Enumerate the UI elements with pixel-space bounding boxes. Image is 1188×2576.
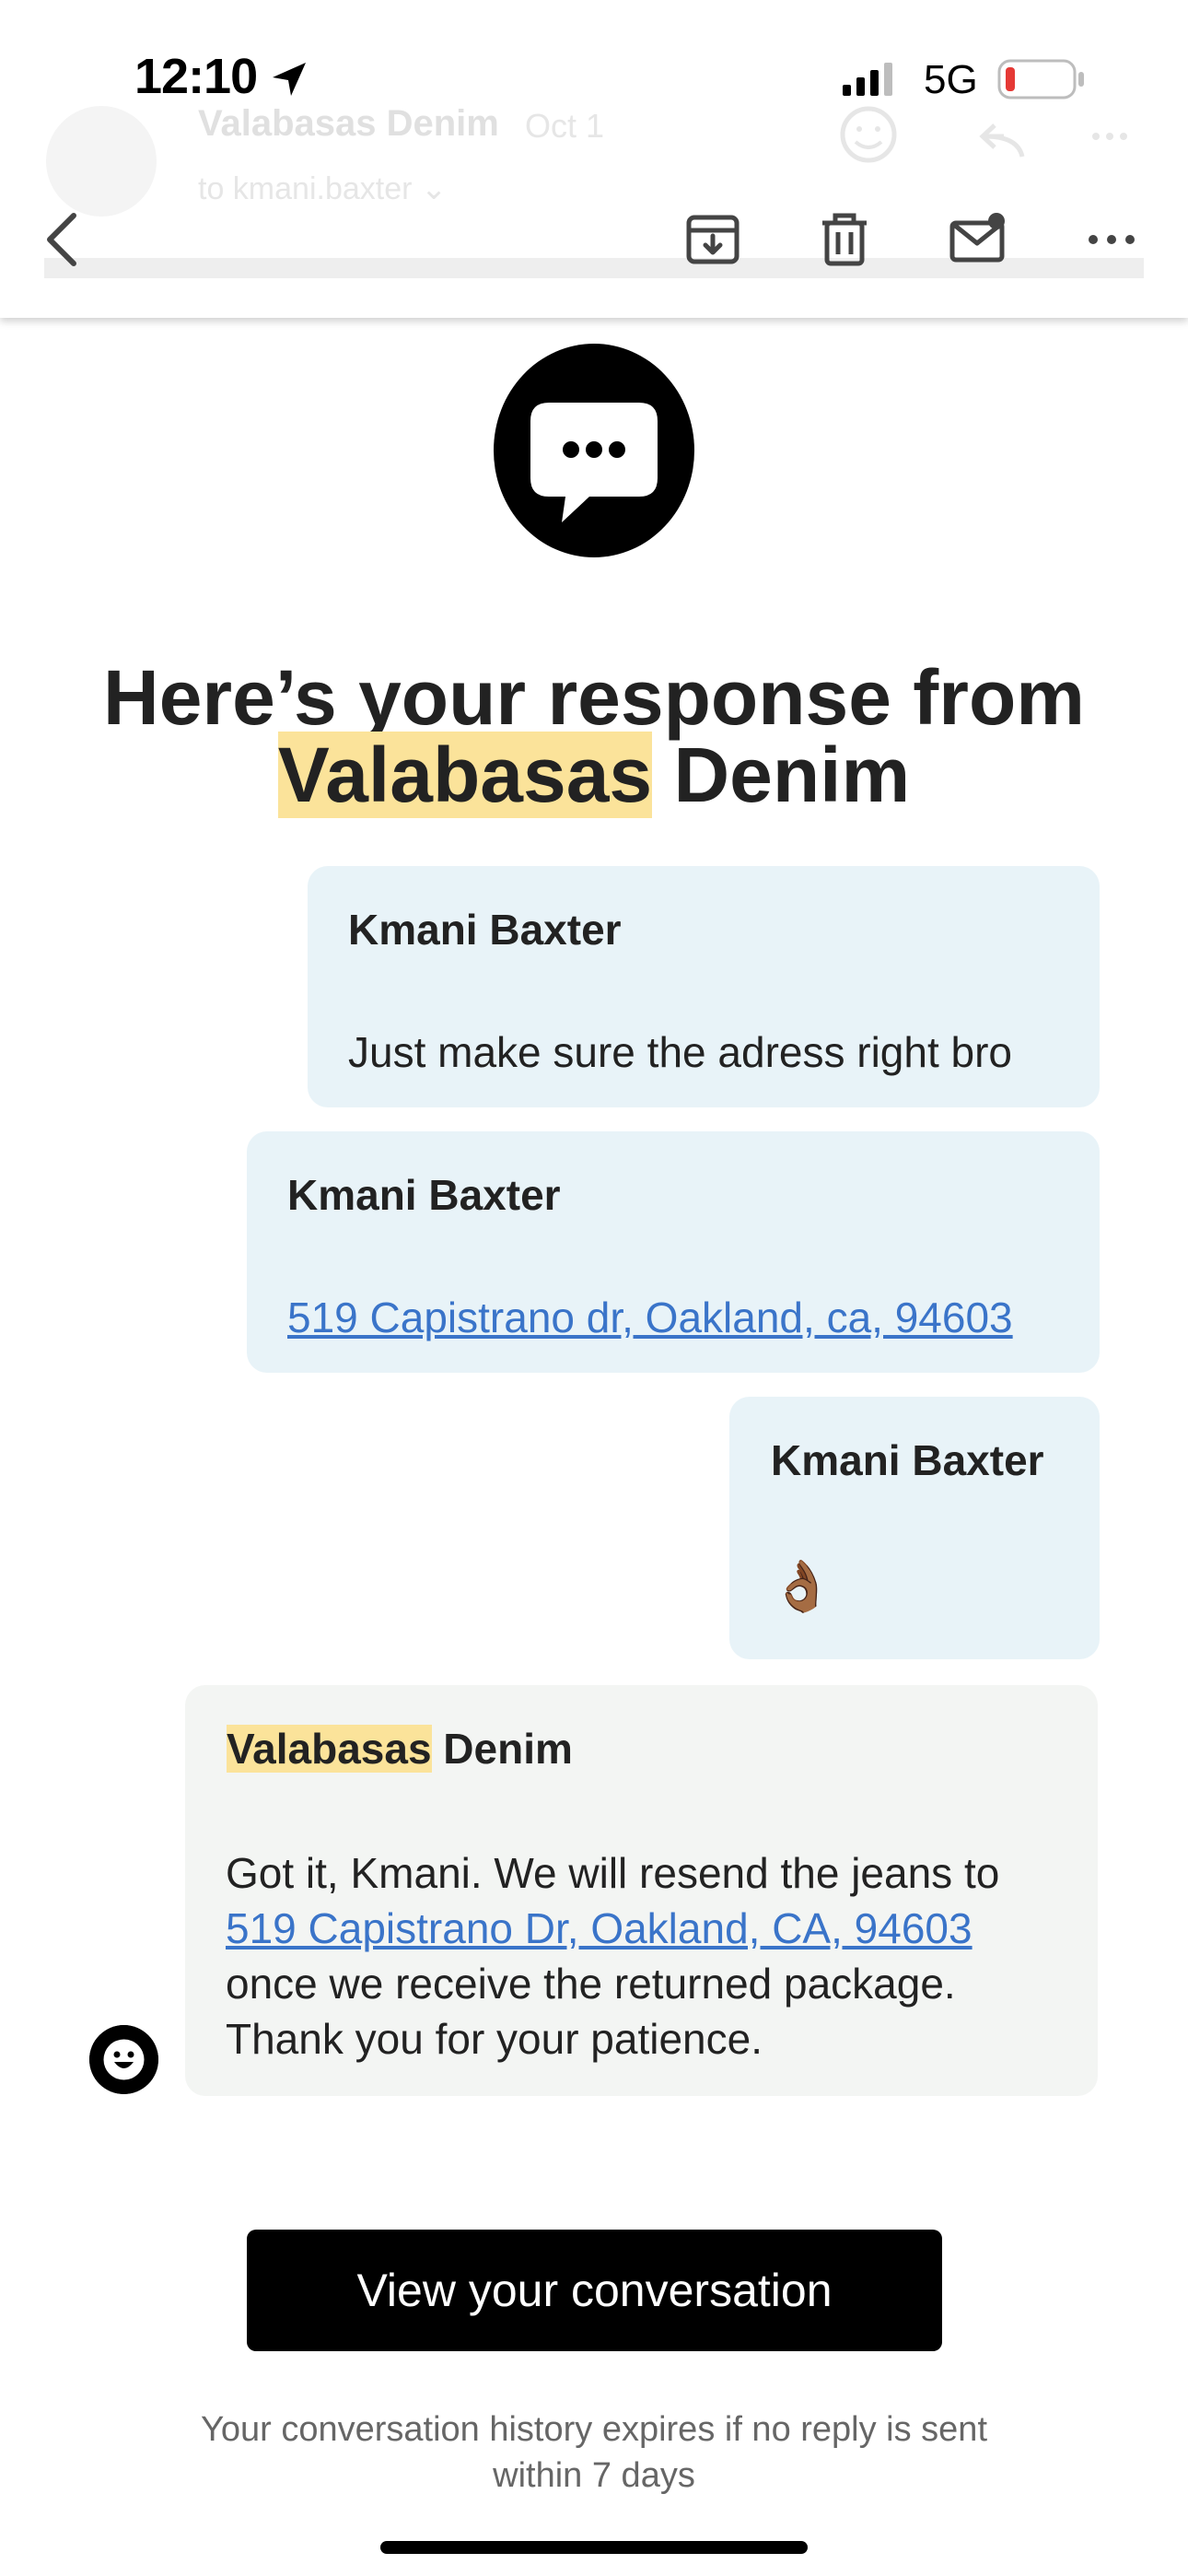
location-arrow-icon (273, 63, 306, 96)
message-sender: Kmani Baxter (348, 906, 622, 954)
mark-unread-icon[interactable] (949, 210, 1007, 269)
reply-sender: Valabasas Denim (227, 1724, 573, 1774)
email-header: Valabasas Denim Oct 1 to kmani.baxter ⌄ … (0, 0, 1188, 318)
reply-text: Got it, Kmani. We will resend the jeans … (226, 1845, 1036, 2067)
headline-line2: Valabasas Denim (55, 732, 1133, 818)
message-bubble-3: Kmani Baxter 👌🏾 (729, 1397, 1100, 1659)
sender-avatar-faded (46, 106, 157, 217)
reply-text-start: Got it, Kmani. We will resend the jeans … (226, 1849, 1000, 1897)
ok-hand-emoji: 👌🏾 (771, 1559, 833, 1614)
status-time: 12:10 (134, 49, 258, 104)
brand-highlight: Valabasas (277, 732, 653, 818)
reply-brand-rest: Denim (431, 1725, 573, 1773)
expiry-footnote: Your conversation history expires if no … (200, 2410, 988, 2495)
trash-icon[interactable] (815, 210, 874, 269)
reply-brand-highlight: Valabasas (227, 1725, 432, 1773)
message-bubble-2: Kmani Baxter 519 Capistrano dr, Oakland,… (247, 1131, 1100, 1373)
archive-icon[interactable] (683, 210, 742, 269)
email-date-faded: Oct 1 (525, 107, 605, 145)
faded-action-icons (840, 106, 1127, 163)
chat-bubble-icon (494, 344, 694, 557)
network-type: 5G (924, 57, 978, 102)
brand-rest: Denim (652, 732, 911, 818)
message-sender: Kmani Baxter (287, 1171, 561, 1219)
headline-line1: Here’s your response from (103, 654, 1085, 741)
message-text: Just make sure the adress right bro (348, 1028, 1012, 1076)
email-headline: Here’s your response from Valabasas Deni… (55, 654, 1133, 818)
signal-bars-icon (843, 63, 892, 96)
message-bubble-1: Kmani Baxter Just make sure the adress r… (308, 866, 1100, 1107)
reply-text-end: once we receive the returned package. Th… (226, 1960, 956, 2063)
home-indicator[interactable] (380, 2541, 808, 2554)
more-icon[interactable] (1082, 210, 1141, 269)
battery-low-icon (997, 59, 1084, 100)
recipient-faded: to kmani.baxter ⌄ (198, 171, 448, 206)
smiley-face-icon (89, 2025, 158, 2094)
sender-name-faded: Valabasas Denim (198, 103, 499, 144)
email-screen: Valabasas Denim Oct 1 to kmani.baxter ⌄ … (0, 0, 1188, 2576)
message-sender: Kmani Baxter (771, 1436, 1044, 1484)
view-conversation-button[interactable]: View your conversation (247, 2230, 942, 2351)
back-chevron-icon[interactable] (37, 210, 88, 269)
address-link[interactable]: 519 Capistrano dr, Oakland, ca, 94603 (287, 1293, 1013, 1342)
reply-address-link[interactable]: 519 Capistrano Dr, Oakland, CA, 94603 (226, 1904, 973, 1952)
